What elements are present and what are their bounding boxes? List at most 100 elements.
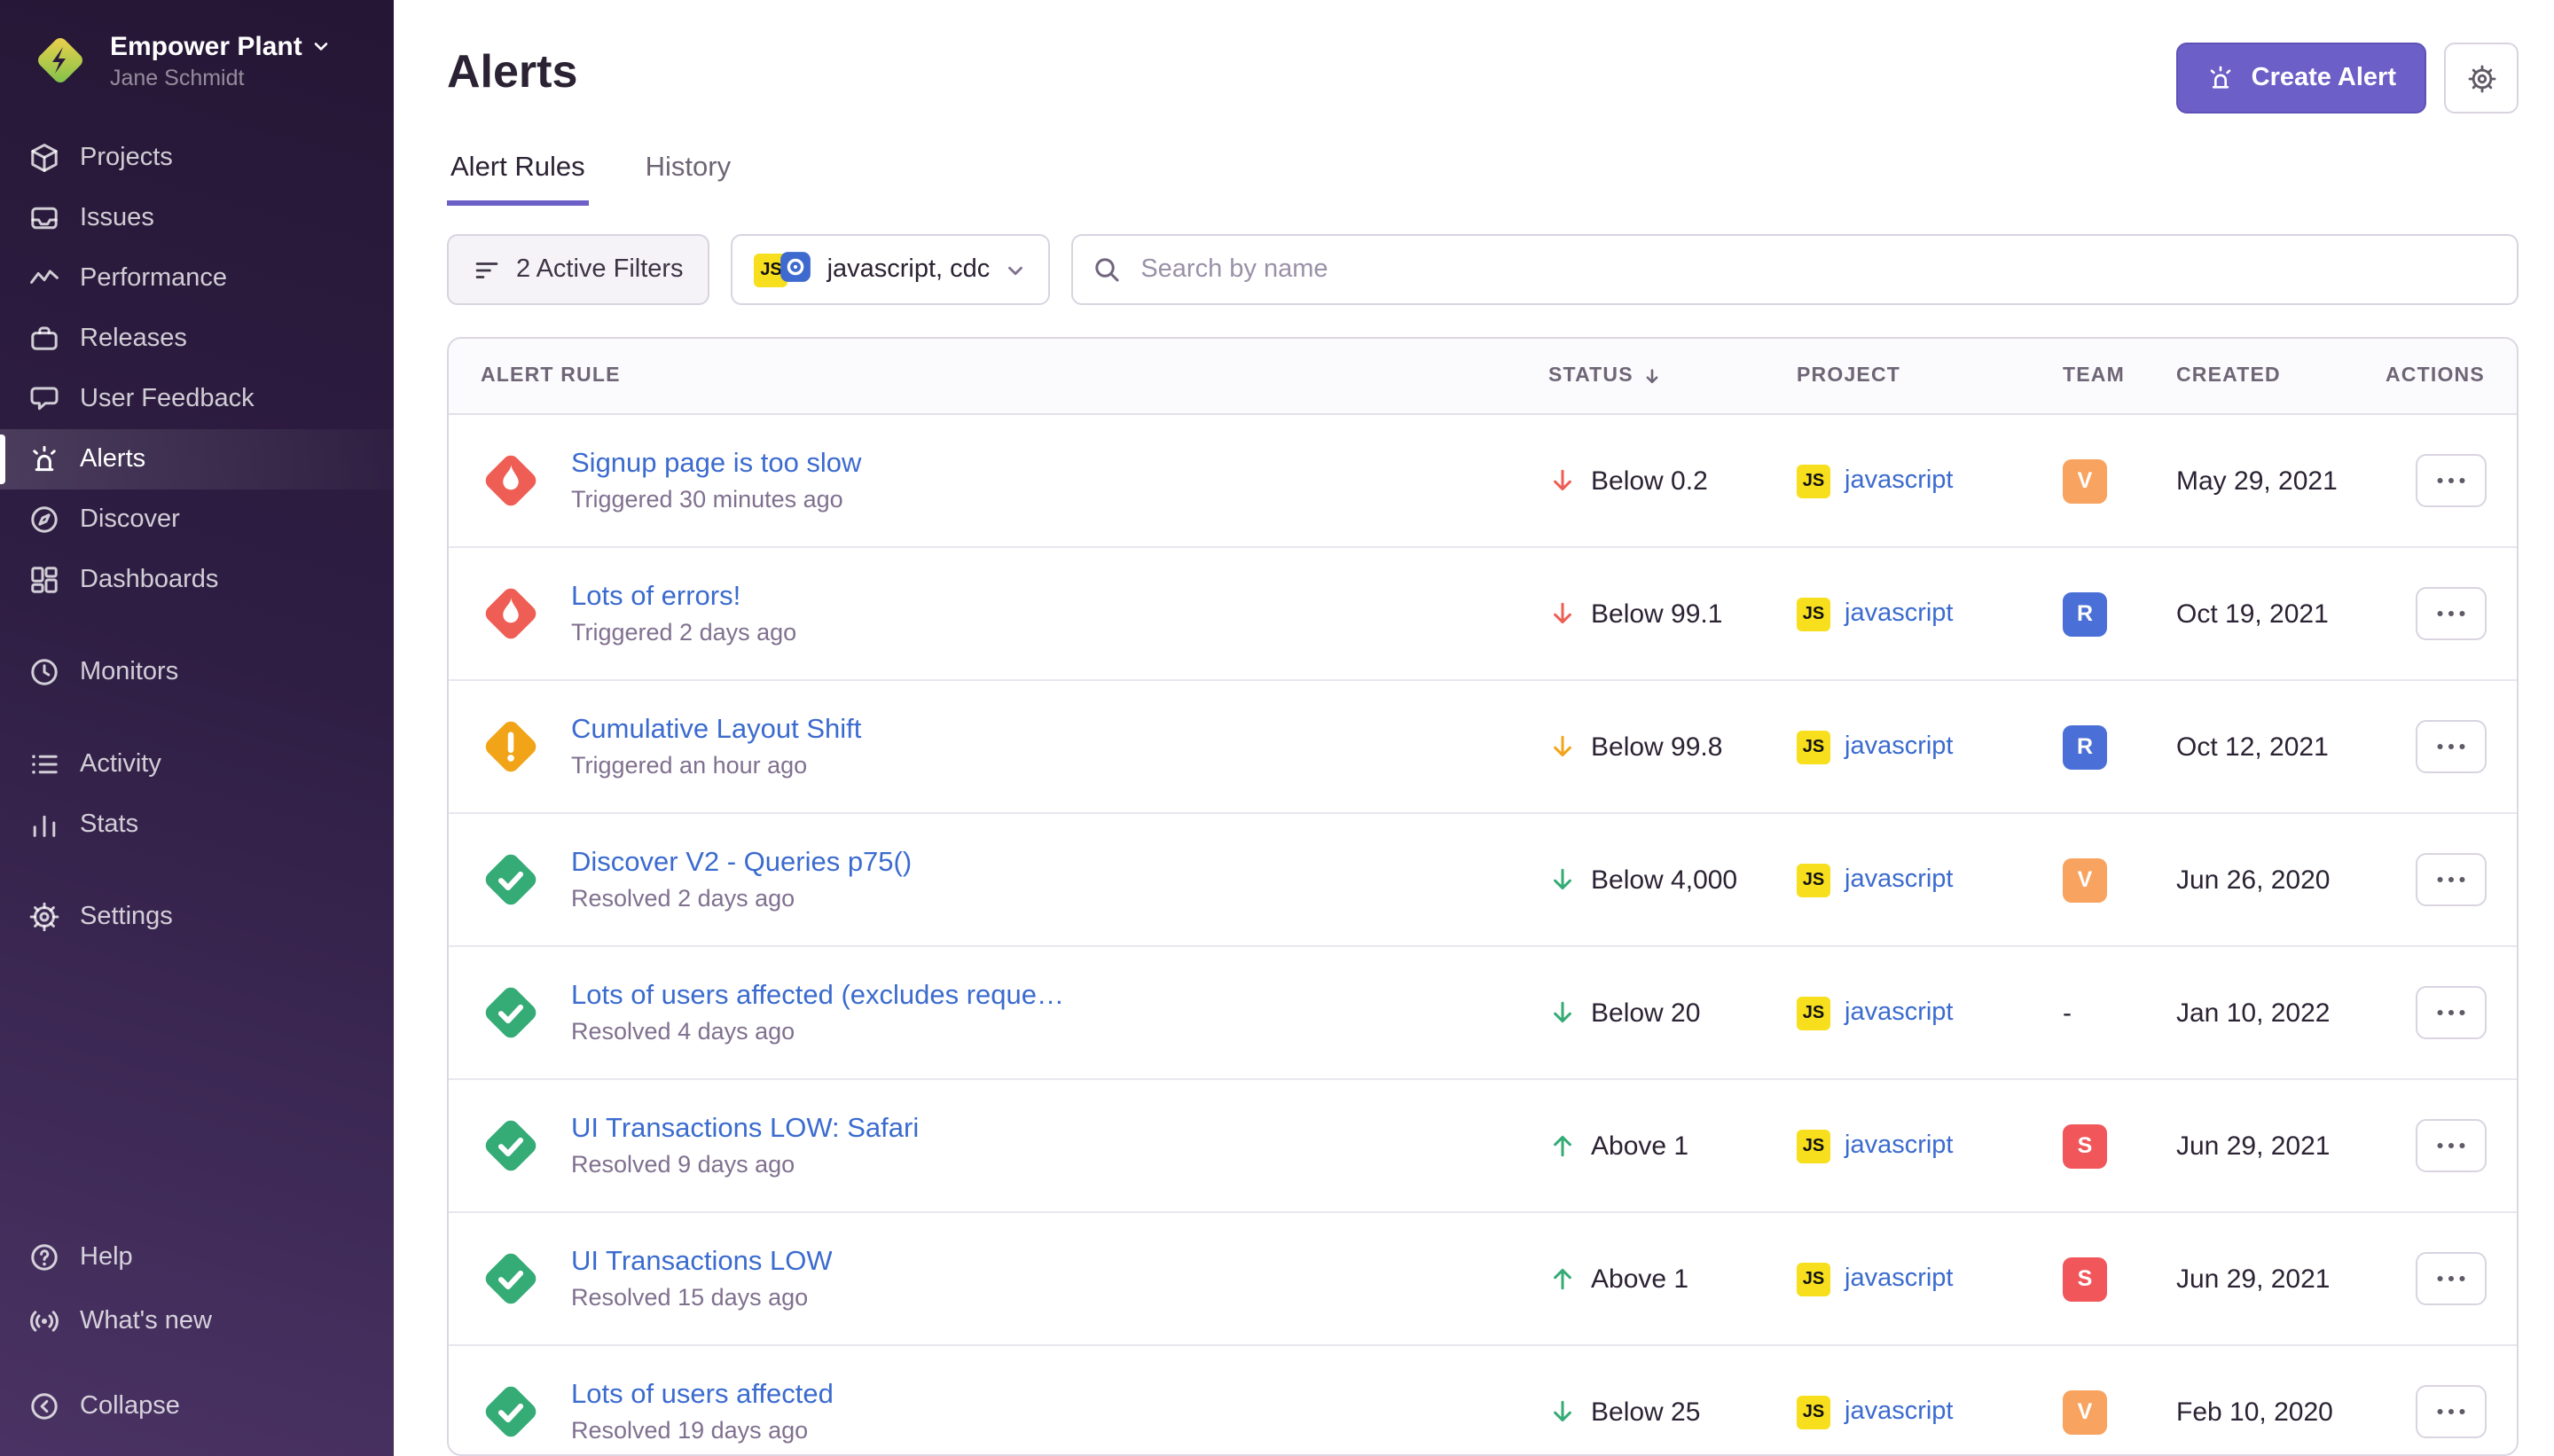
- clock-icon: [28, 656, 60, 688]
- flame-diamond-icon: [477, 447, 544, 514]
- javascript-platform-icon: JS: [1797, 1129, 1830, 1162]
- arrow-down-icon: [1548, 998, 1577, 1027]
- row-actions-button[interactable]: [2416, 1252, 2487, 1305]
- search-input[interactable]: [1071, 234, 2519, 305]
- check-diamond-icon: [477, 846, 544, 913]
- status-value: Below 4,000: [1591, 865, 1737, 895]
- sidebar-item-label: Settings: [80, 903, 173, 931]
- sidebar-item-dashboards[interactable]: Dashboards: [0, 550, 394, 610]
- created-date: May 29, 2021: [2176, 466, 2386, 496]
- arrow-up-icon: [1548, 1264, 1577, 1293]
- row-actions-button[interactable]: [2416, 1119, 2487, 1172]
- user-name: Jane Schmidt: [110, 65, 333, 90]
- sidebar-item-releases[interactable]: Releases: [0, 309, 394, 369]
- project-link[interactable]: javascript: [1845, 466, 1954, 495]
- alert-settings-button[interactable]: [2444, 43, 2519, 114]
- alert-rule-link[interactable]: Lots of errors!: [571, 582, 796, 614]
- alert-rule-subtitle: Resolved 19 days ago: [571, 1417, 834, 1444]
- cdc-platform-icon: [780, 249, 813, 290]
- project-filter-dropdown[interactable]: JS javascript, cdc: [732, 234, 1051, 305]
- row-actions-button[interactable]: [2416, 986, 2487, 1039]
- sidebar-item-help[interactable]: Help: [0, 1225, 394, 1289]
- project-link[interactable]: javascript: [1845, 865, 1954, 894]
- javascript-platform-icon: JS: [1797, 1395, 1830, 1429]
- project-icon-stack: JS: [755, 249, 813, 290]
- project-link[interactable]: javascript: [1845, 732, 1954, 761]
- broadcast-icon: [28, 1305, 60, 1337]
- alert-rule-subtitle: Triggered 2 days ago: [571, 619, 796, 646]
- app-window: Empower Plant Jane Schmidt Projects Issu…: [0, 0, 2554, 1456]
- sidebar-item-activity[interactable]: Activity: [0, 734, 394, 795]
- sidebar-item-alerts[interactable]: Alerts: [0, 429, 394, 489]
- search-container: [1071, 234, 2519, 305]
- alert-rule-subtitle: Triggered 30 minutes ago: [571, 486, 861, 513]
- sidebar-item-label: Collapse: [80, 1392, 180, 1421]
- check-diamond-icon: [477, 1378, 544, 1445]
- sidebar-item-label: Discover: [80, 505, 180, 534]
- alert-rule-subtitle: Resolved 2 days ago: [571, 885, 912, 912]
- row-actions-button[interactable]: [2416, 1385, 2487, 1438]
- table-row: Lots of errors!Triggered 2 days ago Belo…: [449, 548, 2517, 681]
- cube-icon: [28, 142, 60, 174]
- alert-rule-subtitle: Resolved 15 days ago: [571, 1284, 833, 1311]
- team-avatar: V: [2063, 857, 2107, 902]
- row-actions-button[interactable]: [2416, 720, 2487, 773]
- project-link[interactable]: javascript: [1845, 998, 1954, 1027]
- tab-history[interactable]: History: [642, 153, 734, 206]
- status-value: Below 0.2: [1591, 466, 1708, 496]
- sidebar-item-settings[interactable]: Settings: [0, 887, 394, 947]
- sidebar-item-performance[interactable]: Performance: [0, 248, 394, 309]
- project-link[interactable]: javascript: [1845, 599, 1954, 628]
- sidebar-item-label: User Feedback: [80, 385, 255, 413]
- arrow-up-icon: [1548, 1131, 1577, 1160]
- sidebar-item-label: Activity: [80, 750, 161, 779]
- row-actions-button[interactable]: [2416, 454, 2487, 507]
- sidebar-item-whats-new[interactable]: What's new: [0, 1289, 394, 1353]
- tab-alert-rules[interactable]: Alert Rules: [447, 153, 589, 206]
- create-alert-label: Create Alert: [2252, 64, 2396, 92]
- active-filters-button[interactable]: 2 Active Filters: [447, 234, 710, 305]
- row-actions-button[interactable]: [2416, 853, 2487, 906]
- project-link[interactable]: javascript: [1845, 1131, 1954, 1160]
- sidebar-footer: Help What's new Collapse: [0, 1225, 394, 1456]
- created-date: Feb 10, 2020: [2176, 1397, 2386, 1427]
- column-actions: ACTIONS: [2386, 365, 2517, 387]
- bar-chart-icon: [28, 809, 60, 841]
- sidebar-collapse-button[interactable]: Collapse: [0, 1374, 394, 1438]
- sidebar-item-label: What's new: [80, 1307, 212, 1335]
- chevron-down-icon: [1004, 258, 1027, 281]
- sidebar-item-monitors[interactable]: Monitors: [0, 642, 394, 702]
- alert-rule-link[interactable]: UI Transactions LOW: [571, 1247, 833, 1279]
- org-switcher[interactable]: Empower Plant Jane Schmidt: [0, 0, 394, 128]
- project-link[interactable]: javascript: [1845, 1264, 1954, 1293]
- alert-rule-link[interactable]: Lots of users affected (excludes reque…: [571, 981, 1064, 1013]
- created-date: Jun 26, 2020: [2176, 865, 2386, 895]
- alert-rule-link[interactable]: Lots of users affected: [571, 1380, 834, 1412]
- chevron-down-icon: [311, 35, 333, 57]
- project-link[interactable]: javascript: [1845, 1397, 1954, 1426]
- sidebar-item-label: Help: [80, 1243, 133, 1272]
- filter-bar: 2 Active Filters JS javascript, cdc: [447, 234, 2519, 305]
- create-alert-button[interactable]: Create Alert: [2177, 43, 2426, 114]
- alert-rule-link[interactable]: Discover V2 - Queries p75(): [571, 848, 912, 880]
- question-circle-icon: [28, 1241, 60, 1273]
- alert-rule-link[interactable]: UI Transactions LOW: Safari: [571, 1114, 919, 1146]
- alert-rule-link[interactable]: Signup page is too slow: [571, 449, 861, 481]
- row-actions-button[interactable]: [2416, 587, 2487, 640]
- sidebar: Empower Plant Jane Schmidt Projects Issu…: [0, 0, 394, 1456]
- main-content: Alerts Create Alert Alert Rules History …: [394, 0, 2554, 1456]
- sidebar-item-issues[interactable]: Issues: [0, 188, 394, 248]
- sidebar-item-projects[interactable]: Projects: [0, 128, 394, 188]
- sidebar-item-user-feedback[interactable]: User Feedback: [0, 369, 394, 429]
- created-date: Jun 29, 2021: [2176, 1264, 2386, 1294]
- warning-diamond-icon: [477, 713, 544, 780]
- team-avatar: R: [2063, 724, 2107, 769]
- column-status[interactable]: STATUS: [1548, 365, 1797, 387]
- column-team: TEAM: [2063, 365, 2176, 387]
- tab-bar: Alert Rules History: [447, 153, 2519, 206]
- alert-rule-link[interactable]: Cumulative Layout Shift: [571, 715, 861, 747]
- page-title: Alerts: [447, 43, 577, 99]
- sidebar-item-stats[interactable]: Stats: [0, 795, 394, 855]
- org-logo: [28, 28, 92, 92]
- sidebar-item-discover[interactable]: Discover: [0, 489, 394, 550]
